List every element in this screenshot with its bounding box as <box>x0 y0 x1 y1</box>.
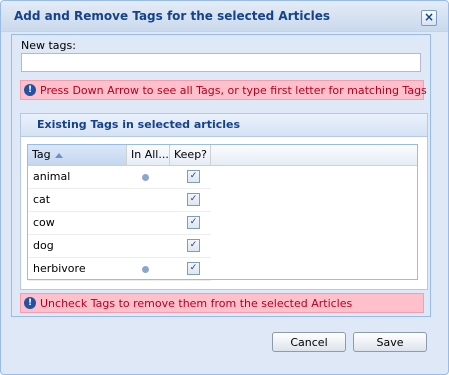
fieldset-header: Existing Tags in selected articles <box>21 114 427 137</box>
column-header-in-all[interactable]: In All... <box>127 145 170 165</box>
sort-ascending-icon <box>54 152 63 158</box>
hint-message-top: ! Press Down Arrow to see all Tags, or t… <box>20 80 427 100</box>
table-row[interactable]: cow ✓ <box>28 212 211 235</box>
cancel-button[interactable]: Cancel <box>272 332 346 352</box>
save-button[interactable]: Save <box>353 332 427 352</box>
keep-checkbox[interactable]: ✓ <box>187 193 200 206</box>
dialog-title: Add and Remove Tags for the selected Art… <box>14 9 330 23</box>
hint-message-bottom: ! Uncheck Tags to remove them from the s… <box>20 293 424 313</box>
dialog-titlebar[interactable]: Add and Remove Tags for the selected Art… <box>1 1 448 32</box>
in-all-indicator-icon <box>142 174 149 181</box>
table-row[interactable]: cat ✓ <box>28 189 211 212</box>
table-row[interactable]: animal ✓ <box>28 166 211 189</box>
dialog-body: New tags: ! Press Down Arrow to see all … <box>11 34 431 317</box>
hint-text-bottom: Uncheck Tags to remove them from the sel… <box>40 297 353 310</box>
column-header-keep[interactable]: Keep? <box>170 145 211 165</box>
tag-name: cat <box>33 193 51 206</box>
keep-checkbox[interactable]: ✓ <box>187 170 200 183</box>
table-row[interactable]: herbivore ✓ <box>28 258 211 281</box>
existing-tags-fieldset: Existing Tags in selected articles Tag I… <box>20 113 428 290</box>
column-header-keep-label: Keep? <box>174 148 208 161</box>
table-row[interactable]: dog ✓ <box>28 235 211 258</box>
close-icon[interactable]: × <box>421 10 437 26</box>
tag-name: cow <box>33 216 55 229</box>
info-icon: ! <box>24 297 36 309</box>
new-tags-input[interactable] <box>21 53 421 72</box>
tags-grid: Tag In All... Keep? animal ✓ cat ✓ cow ✓… <box>27 144 418 281</box>
grid-header: Tag In All... Keep? <box>28 145 417 166</box>
tags-dialog: Add and Remove Tags for the selected Art… <box>0 0 449 375</box>
tag-name: dog <box>33 239 54 252</box>
keep-checkbox[interactable]: ✓ <box>187 216 200 229</box>
fieldset-legend: Existing Tags in selected articles <box>37 118 241 131</box>
column-header-tag[interactable]: Tag <box>28 145 127 165</box>
keep-checkbox[interactable]: ✓ <box>187 239 200 252</box>
tag-name: herbivore <box>33 262 86 275</box>
tag-name: animal <box>33 170 71 183</box>
column-header-in-all-label: In All... <box>131 148 169 161</box>
keep-checkbox[interactable]: ✓ <box>187 262 200 275</box>
hint-text-top: Press Down Arrow to see all Tags, or typ… <box>40 84 427 97</box>
in-all-indicator-icon <box>142 266 149 273</box>
info-icon: ! <box>24 84 36 96</box>
new-tags-label: New tags: <box>21 39 76 52</box>
column-header-tag-label: Tag <box>32 148 51 161</box>
